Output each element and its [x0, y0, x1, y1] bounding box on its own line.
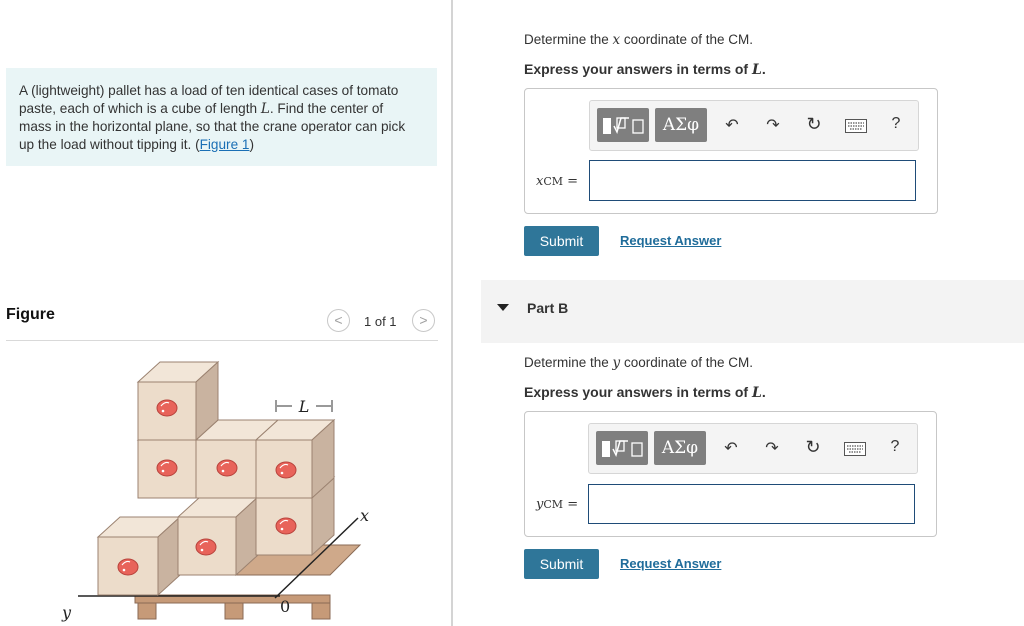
- prompt-text: coordinate of the CM.: [620, 355, 754, 370]
- part-b-request-answer-link[interactable]: Request Answer: [620, 556, 721, 571]
- prev-figure-button[interactable]: <: [327, 309, 350, 332]
- instruction-text: .: [761, 384, 766, 400]
- problem-text: up the load without tipping it. (: [19, 136, 200, 152]
- reset-icon[interactable]: ↻: [802, 437, 824, 458]
- keyboard-icon[interactable]: [844, 442, 866, 456]
- part-b-variable-label: yCM =: [536, 497, 578, 512]
- instruction-text: .: [761, 61, 766, 77]
- part-b-title: Part B: [527, 300, 569, 316]
- problem-line-1: A (lightweight) pallet has a load of ten…: [19, 83, 399, 98]
- fraction-sqrt-template-icon: [603, 117, 644, 135]
- label-y: y: [61, 603, 72, 622]
- symbols-button[interactable]: ΑΣφ: [655, 108, 707, 142]
- panel-divider: [451, 0, 453, 626]
- equals-sign: =: [567, 174, 579, 189]
- equals-sign: =: [567, 497, 579, 512]
- problem-line-3: mass in the horizontal plane, so that th…: [19, 119, 406, 134]
- undo-icon[interactable]: ↶: [721, 115, 743, 135]
- prompt-text: Determine the: [524, 32, 613, 47]
- variable-subscript: CM: [543, 175, 564, 188]
- undo-icon[interactable]: ↶: [720, 438, 742, 458]
- problem-line-2: paste, each of which is a cube of length…: [19, 100, 423, 119]
- figure-link[interactable]: Figure 1: [200, 137, 250, 152]
- part-a-instruction: Express your answers in terms of L.: [524, 61, 766, 78]
- figure-divider: [6, 340, 438, 341]
- help-button[interactable]: ?: [884, 438, 906, 456]
- next-figure-button[interactable]: >: [412, 309, 435, 332]
- problem-text: ): [249, 136, 255, 152]
- prompt-text: coordinate of the CM.: [620, 32, 753, 47]
- part-b-submit-button[interactable]: Submit: [524, 549, 599, 579]
- part-a-submit-button[interactable]: Submit: [524, 226, 599, 256]
- figure-pager-text: 1 of 1: [364, 314, 397, 329]
- part-b-prompt: Determine the y coordinate of the CM.: [524, 355, 753, 371]
- part-b-answer-input[interactable]: [588, 484, 915, 524]
- templates-button[interactable]: [597, 108, 649, 142]
- part-a-prompt: Determine the x coordinate of the CM.: [524, 32, 753, 48]
- part-a-answer-input[interactable]: [589, 160, 916, 201]
- part-b-instruction: Express your answers in terms of L.: [524, 384, 766, 401]
- redo-icon[interactable]: ↷: [762, 115, 784, 135]
- instruction-variable: L: [751, 385, 762, 401]
- symbols-button[interactable]: ΑΣφ: [654, 431, 706, 465]
- problem-text: . Find the center of: [269, 100, 384, 116]
- instruction-text: Express your answers in terms of: [524, 61, 752, 77]
- part-b-toolbar: ΑΣφ ↶ ↷ ↻ ?: [588, 423, 918, 474]
- problem-line-4: up the load without tipping it. (Figure …: [19, 136, 423, 154]
- part-a-variable-label: xCM =: [536, 174, 578, 189]
- label-x: x: [360, 506, 369, 525]
- fraction-sqrt-template-icon: [602, 440, 643, 458]
- collapse-triangle-icon[interactable]: [497, 304, 509, 312]
- label-L: L: [298, 397, 310, 416]
- length-dimension: L: [275, 397, 333, 416]
- variable-subscript: CM: [543, 498, 564, 511]
- length-variable: L: [260, 100, 270, 117]
- pallet-figure: L x y 0: [61, 360, 369, 622]
- part-b-header[interactable]: Part B: [481, 280, 1024, 343]
- problem-statement: A (lightweight) pallet has a load of ten…: [6, 68, 437, 166]
- problem-text: paste, each of which is a cube of length: [19, 100, 261, 116]
- part-a-request-answer-link[interactable]: Request Answer: [620, 233, 721, 248]
- instruction-text: Express your answers in terms of: [524, 384, 752, 400]
- help-button[interactable]: ?: [885, 115, 907, 133]
- part-a-toolbar: ΑΣφ ↶ ↷ ↻ ?: [589, 100, 919, 151]
- reset-icon[interactable]: ↻: [803, 114, 825, 135]
- keyboard-icon[interactable]: [845, 119, 867, 133]
- instruction-variable: L: [751, 62, 762, 78]
- prompt-text: Determine the: [524, 355, 613, 370]
- redo-icon[interactable]: ↷: [761, 438, 783, 458]
- templates-button[interactable]: [596, 431, 648, 465]
- label-origin: 0: [280, 597, 290, 616]
- figure-title: Figure: [6, 306, 55, 323]
